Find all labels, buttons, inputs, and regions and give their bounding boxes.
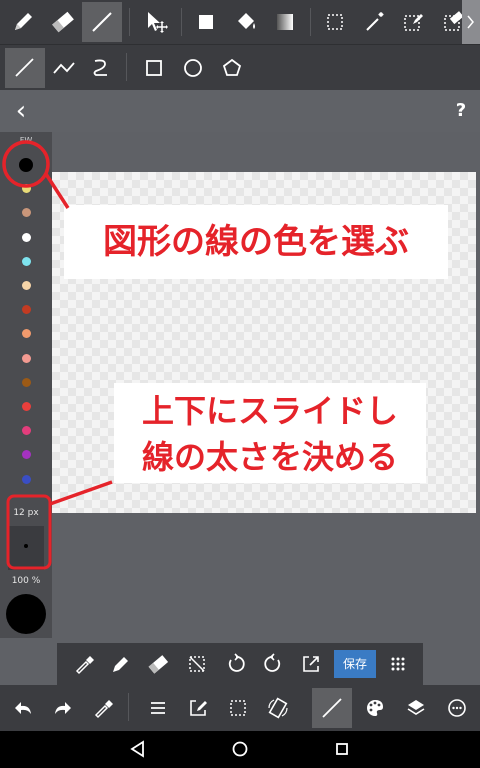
eraser-icon[interactable] <box>43 2 83 42</box>
main-bottom-toolbar <box>0 685 480 731</box>
color-picker-icon[interactable] <box>85 690 121 726</box>
toolbar-scroll-right-button[interactable] <box>462 0 480 44</box>
eraser-quick-icon[interactable] <box>140 646 176 682</box>
save-button[interactable]: 保存 <box>334 650 376 678</box>
magic-wand-icon[interactable] <box>354 2 394 42</box>
deselect-icon[interactable] <box>179 646 215 682</box>
pen-icon[interactable] <box>3 2 43 42</box>
back-chevron-button[interactable]: ‹ <box>8 96 34 126</box>
curve-icon[interactable] <box>81 48 121 88</box>
redo-icon[interactable] <box>45 690 81 726</box>
polyline-icon[interactable] <box>44 48 84 88</box>
sub-header-bar: ‹ ? <box>0 90 480 132</box>
palette-icon[interactable] <box>357 690 393 726</box>
grid-menu-icon[interactable] <box>380 646 416 682</box>
help-button[interactable]: ? <box>450 96 472 126</box>
rotate-right-icon[interactable] <box>255 646 291 682</box>
layers-icon[interactable] <box>398 690 434 726</box>
shape-toolbar <box>0 44 480 90</box>
select-rect-icon[interactable] <box>315 2 355 42</box>
system-nav-bar <box>0 731 480 768</box>
quick-toolbar: 保存 <box>57 643 423 685</box>
size-caption-line2: 線の太さを決める <box>141 438 398 476</box>
size-caption-box: 上下にスライドし 線の太さを決める <box>114 383 426 483</box>
home-circle-icon[interactable] <box>228 737 252 761</box>
more-options-icon[interactable] <box>439 690 475 726</box>
back-triangle-icon[interactable] <box>126 737 150 761</box>
ellipse-icon[interactable] <box>173 48 213 88</box>
edit-icon[interactable] <box>180 690 216 726</box>
bucket-icon[interactable] <box>226 2 266 42</box>
fill-rect-icon[interactable] <box>186 2 226 42</box>
main-toolbar <box>0 0 480 44</box>
current-color-preview[interactable] <box>6 594 46 634</box>
line-mode-button[interactable] <box>312 688 352 728</box>
gradient-icon[interactable] <box>265 2 305 42</box>
select-pen-icon[interactable] <box>393 2 433 42</box>
rotate-canvas-icon[interactable] <box>260 690 296 726</box>
pen-quick-icon[interactable] <box>102 646 138 682</box>
undo-icon[interactable] <box>5 690 41 726</box>
eyedropper-icon[interactable] <box>66 646 102 682</box>
line-tool-icon[interactable] <box>82 2 122 42</box>
opacity-label: 100 % <box>11 576 41 586</box>
selection-icon[interactable] <box>220 690 256 726</box>
move-icon[interactable] <box>136 2 176 42</box>
rotate-left-icon[interactable] <box>218 646 254 682</box>
polygon-icon[interactable] <box>212 48 252 88</box>
menu-icon[interactable] <box>140 690 176 726</box>
recent-square-icon[interactable] <box>330 737 354 761</box>
size-caption-line1: 上下にスライドし <box>141 392 398 430</box>
export-icon[interactable] <box>293 646 329 682</box>
rectangle-icon[interactable] <box>134 48 174 88</box>
annotation-overlay <box>2 140 113 570</box>
line-shape-icon[interactable] <box>5 48 45 88</box>
